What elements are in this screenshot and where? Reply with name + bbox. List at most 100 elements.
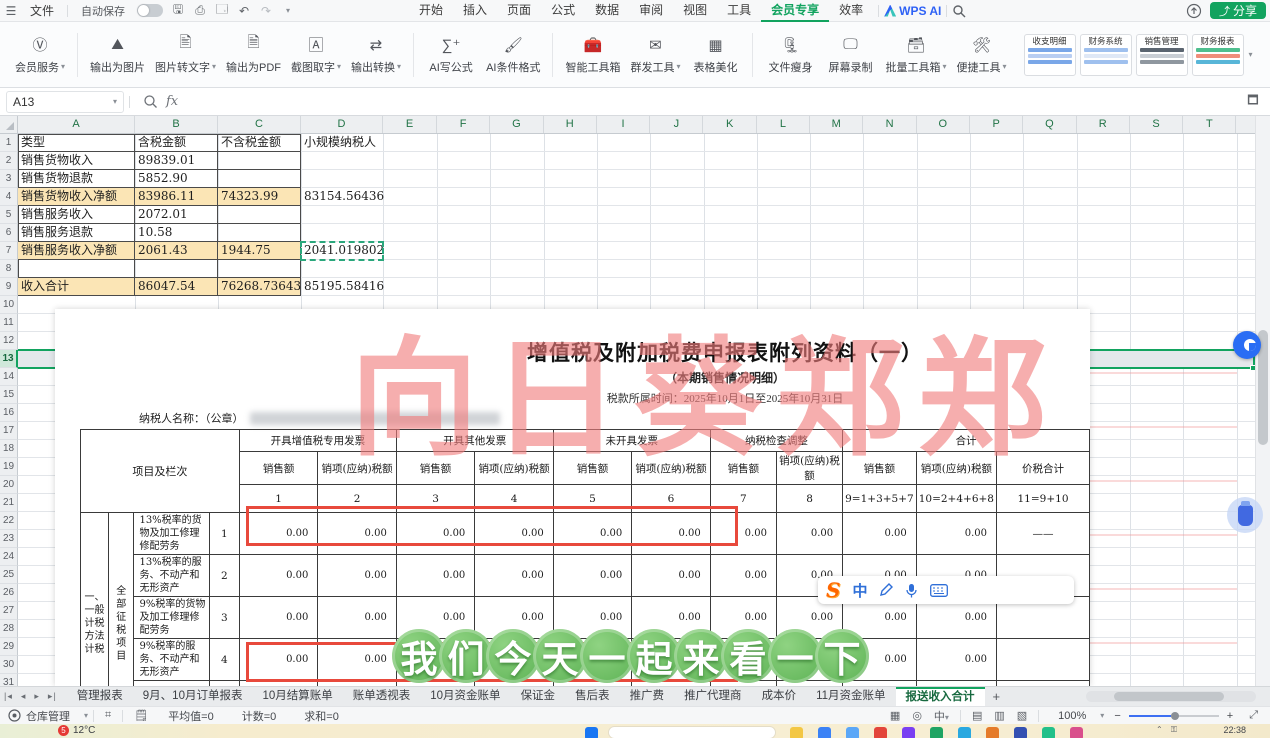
- cell-C9[interactable]: 76268.73643: [218, 278, 301, 296]
- sheet-tab-成本价[interactable]: 成本价: [752, 687, 807, 706]
- sheet-tab-推广费[interactable]: 推广费: [620, 687, 675, 706]
- usb-drive-float-icon[interactable]: [1227, 497, 1263, 533]
- 便捷工具-button[interactable]: 🛠 便捷工具 ▾: [952, 27, 1012, 83]
- expand-formula-bar-icon[interactable]: 🗖: [1244, 93, 1262, 110]
- cell-B4[interactable]: 83986.11: [135, 188, 218, 206]
- column-header-I[interactable]: I: [597, 116, 651, 133]
- column-header-H[interactable]: H: [544, 116, 597, 133]
- 批量工具箱-button[interactable]: 🗃 批量工具箱 ▾: [880, 27, 951, 83]
- cell-C1[interactable]: 不含税金额: [218, 134, 301, 152]
- column-headers[interactable]: ABCDEFGHIJKLMNOPQRST: [0, 116, 1255, 134]
- cell-B2[interactable]: 89839.01: [135, 152, 218, 170]
- row-header-29[interactable]: 29: [0, 638, 18, 656]
- column-header-E[interactable]: E: [383, 116, 437, 133]
- column-header-K[interactable]: K: [704, 116, 757, 133]
- windows-start-icon[interactable]: [585, 727, 598, 738]
- template-card-2[interactable]: 销售管理: [1135, 33, 1188, 76]
- menu-tab-8[interactable]: 会员专享: [761, 0, 830, 22]
- keyboard-shortcut-icon[interactable]: ⌗: [99, 709, 117, 722]
- zoom-out-icon[interactable]: −: [1114, 710, 1120, 722]
- tab-wps-ai[interactable]: WPS AI: [899, 4, 941, 18]
- redo-icon[interactable]: ↷: [257, 3, 275, 19]
- formula-input[interactable]: [186, 88, 1242, 115]
- menu-tab-7[interactable]: 工具: [717, 0, 761, 22]
- row-header-10[interactable]: 10: [0, 296, 18, 314]
- cell-B1[interactable]: 含税金额: [135, 134, 218, 152]
- cell-B6[interactable]: 10.58: [135, 224, 218, 242]
- fullscreen-icon[interactable]: ⤢: [1243, 709, 1264, 722]
- taskbar-app-icon-10[interactable]: [1070, 727, 1083, 738]
- taskbar-app-icon-4[interactable]: [902, 727, 915, 738]
- weather-widget[interactable]: 5 12°C: [58, 725, 95, 736]
- page-break-view-icon[interactable]: ▧: [1011, 709, 1033, 722]
- row-header-20[interactable]: 20: [0, 476, 18, 494]
- translate-icon[interactable]: 中▾: [928, 708, 955, 724]
- menu-tab-5[interactable]: 审阅: [629, 0, 673, 22]
- mode-caret-icon[interactable]: ▾: [84, 711, 88, 720]
- taskbar-app-icon-3[interactable]: [874, 727, 887, 738]
- row-header-16[interactable]: 16: [0, 404, 18, 422]
- row-header-5[interactable]: 5: [0, 206, 18, 224]
- 输出为图片-button[interactable]: ⛰ 输出为图片: [85, 27, 150, 83]
- column-header-N[interactable]: N: [863, 116, 917, 133]
- cell-A8[interactable]: [18, 260, 135, 278]
- file-menu[interactable]: 文件: [22, 2, 62, 19]
- system-tray-icons[interactable]: ⌃ ⚿: [1156, 725, 1180, 735]
- autosave-toggle[interactable]: [137, 4, 164, 17]
- row-header-13[interactable]: 13: [0, 350, 18, 368]
- row-header-27[interactable]: 27: [0, 602, 18, 620]
- row-header-18[interactable]: 18: [0, 440, 18, 458]
- cell-A4[interactable]: 销售货物收入净额: [18, 188, 135, 206]
- hamburger-menu-icon[interactable]: ☰: [2, 3, 20, 19]
- taskbar-app-icon-0[interactable]: [790, 727, 803, 738]
- taskbar-clock[interactable]: 22:38: [1223, 725, 1246, 735]
- cell-A7[interactable]: 销售服务收入净额: [18, 242, 135, 260]
- upload-cloud-icon[interactable]: [1186, 3, 1202, 19]
- cell-C3[interactable]: [218, 170, 301, 188]
- sheet-tab-报送收入合计[interactable]: 报送收入合计: [895, 687, 985, 706]
- menu-tab-6[interactable]: 视图: [673, 0, 717, 22]
- 截图取字-button[interactable]: 🄰 截图取字 ▾: [286, 27, 346, 83]
- column-header-A[interactable]: A: [18, 116, 135, 133]
- save-icon[interactable]: 🖫: [169, 2, 187, 19]
- chat-bubble-float-icon[interactable]: [1233, 331, 1261, 359]
- 表格美化-button[interactable]: ▦ 表格美化: [685, 27, 745, 83]
- 群发工具-button[interactable]: ✉ 群发工具 ▾: [625, 27, 685, 83]
- mode-label[interactable]: 仓库管理: [21, 708, 84, 724]
- column-header-T[interactable]: T: [1183, 116, 1237, 133]
- next-sheet-icon[interactable]: ▸: [30, 691, 44, 702]
- row-header-7[interactable]: 7: [0, 242, 18, 260]
- cell-A6[interactable]: 销售服务退款: [18, 224, 135, 242]
- cell-B3[interactable]: 5852.90: [135, 170, 218, 188]
- menu-tab-4[interactable]: 数据: [585, 0, 629, 22]
- menu-tab-0[interactable]: 开始: [409, 0, 453, 22]
- chinese-mode-indicator[interactable]: 中: [852, 580, 867, 601]
- selection-stats-icon[interactable]: 🗒: [128, 709, 154, 722]
- 输出为PDF-button[interactable]: 🗎 输出为PDF: [221, 27, 286, 83]
- add-sheet-button[interactable]: +: [985, 689, 1009, 704]
- taskbar-app-icon-6[interactable]: [958, 727, 971, 738]
- sheet-tab-9月、10月订单报表[interactable]: 9月、10月订单报表: [133, 687, 253, 706]
- sheet-tab-11月资金账单[interactable]: 11月资金账单: [806, 687, 895, 706]
- row-header-25[interactable]: 25: [0, 566, 18, 584]
- row-header-21[interactable]: 21: [0, 494, 18, 512]
- row-header-26[interactable]: 26: [0, 584, 18, 602]
- cell-C8[interactable]: [218, 260, 301, 278]
- 智能工具箱-button[interactable]: 🧰 智能工具箱: [560, 27, 625, 83]
- column-header-F[interactable]: F: [437, 116, 491, 133]
- row-header-4[interactable]: 4: [0, 188, 18, 206]
- sogou-logo-icon[interactable]: S: [826, 578, 840, 602]
- first-sheet-icon[interactable]: |◂: [0, 691, 17, 702]
- taskbar-search-box[interactable]: [608, 726, 776, 738]
- magnifier-icon[interactable]: [143, 94, 158, 109]
- zoom-level[interactable]: 100%: [1044, 710, 1100, 722]
- column-header-D[interactable]: D: [301, 116, 383, 133]
- sheet-tab-账单透视表[interactable]: 账单透视表: [343, 687, 421, 706]
- cell-A1[interactable]: 类型: [18, 134, 135, 152]
- 输出转换-button[interactable]: ⇄ 输出转换 ▾: [346, 27, 406, 83]
- sheet-tab-售后表[interactable]: 售后表: [565, 687, 620, 706]
- zoom-knob[interactable]: [1170, 711, 1179, 720]
- template-card-0[interactable]: 收支明细: [1023, 33, 1076, 76]
- horizontal-scrollbar-thumb[interactable]: [1114, 692, 1224, 701]
- row-header-23[interactable]: 23: [0, 530, 18, 548]
